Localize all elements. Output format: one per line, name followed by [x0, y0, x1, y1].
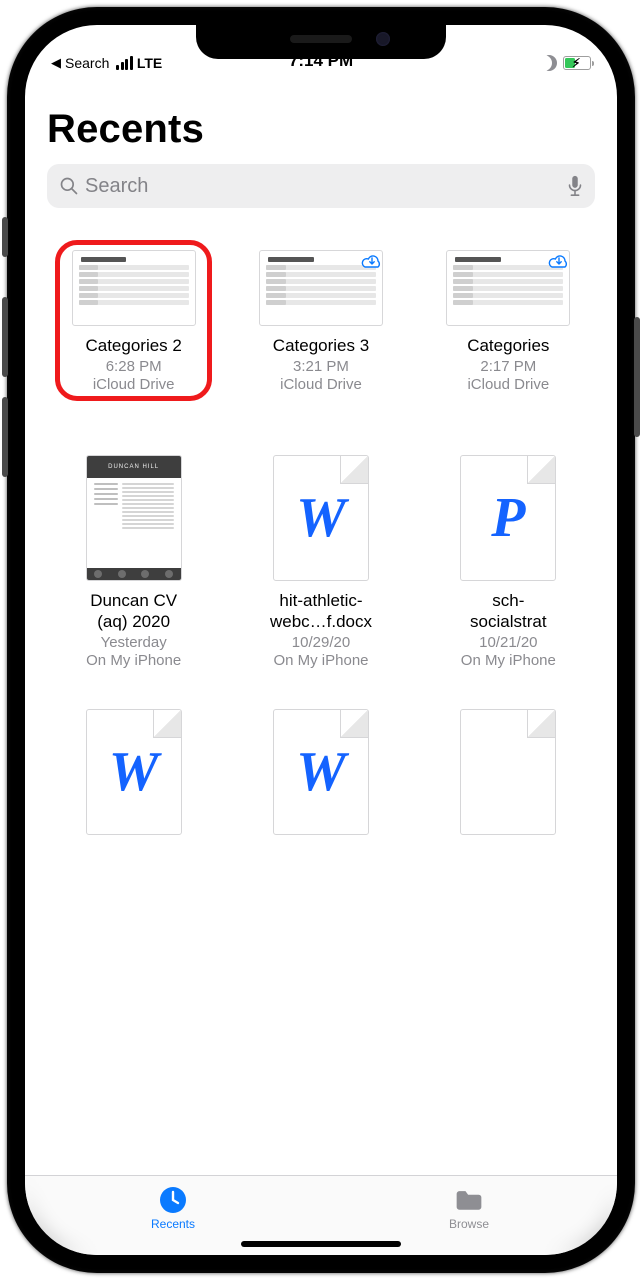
pages-document-thumbnail: P: [460, 455, 556, 581]
file-time: 6:28 PM: [106, 358, 162, 375]
spreadsheet-thumbnail: [72, 250, 196, 326]
tab-browse[interactable]: Browse: [321, 1176, 617, 1239]
file-time: 10/21/20: [479, 634, 537, 651]
file-name: Categories: [467, 336, 549, 356]
back-to-search[interactable]: ◀ Search LTE: [51, 55, 162, 71]
spreadsheet-thumbnail: [259, 250, 383, 326]
word-icon: W: [274, 710, 368, 834]
mute-switch: [2, 217, 8, 257]
file-item[interactable]: [422, 709, 595, 835]
back-label: Search: [65, 55, 109, 71]
signal-icon: [116, 56, 133, 70]
file-location: iCloud Drive: [280, 376, 362, 393]
volume-up-button: [2, 297, 8, 377]
power-button: [634, 317, 640, 437]
file-location: On My iPhone: [461, 652, 556, 669]
content-area: Recents Search: [25, 73, 617, 1175]
search-icon: [59, 176, 79, 196]
folder-icon: [454, 1185, 484, 1215]
volume-down-button: [2, 397, 8, 477]
file-item-categories-2[interactable]: Categories 2 6:28 PM iCloud Drive: [47, 250, 220, 393]
notch: [196, 25, 446, 59]
file-time: 10/29/20: [292, 634, 350, 651]
search-placeholder: Search: [85, 175, 561, 198]
file-item-hit-athletic[interactable]: W hit-athletic- webc…f.docx 10/29/20 On …: [234, 455, 407, 669]
file-location: On My iPhone: [86, 652, 181, 669]
battery-icon: ⚡︎: [563, 56, 591, 70]
word-document-thumbnail: W: [273, 455, 369, 581]
clock-icon: [158, 1185, 188, 1215]
do-not-disturb-icon: [541, 55, 557, 71]
cloud-download-icon: [546, 250, 570, 268]
page-title: Recents: [47, 107, 595, 152]
carrier-label: LTE: [137, 55, 162, 71]
file-name: Duncan CV (aq) 2020: [90, 591, 177, 632]
file-time: 2:17 PM: [480, 358, 536, 375]
file-name: Categories 3: [273, 336, 369, 356]
tab-label: Browse: [449, 1217, 489, 1231]
word-icon: W: [274, 456, 368, 580]
file-location: iCloud Drive: [467, 376, 549, 393]
file-item-sch-socialstrat[interactable]: P sch- socialstrat 10/21/20 On My iPhone: [422, 455, 595, 669]
document-thumbnail: [460, 709, 556, 835]
file-name: sch- socialstrat: [470, 591, 547, 632]
file-location: iCloud Drive: [93, 376, 175, 393]
file-item[interactable]: W: [47, 709, 220, 835]
file-item-categories[interactable]: Categories 2:17 PM iCloud Drive: [422, 250, 595, 393]
file-time: 3:21 PM: [293, 358, 349, 375]
word-document-thumbnail: W: [273, 709, 369, 835]
word-document-thumbnail: W: [86, 709, 182, 835]
search-input[interactable]: Search: [47, 164, 595, 208]
file-item-duncan-cv[interactable]: DUNCAN HILL Duncan CV (aq) 2020 Yesterda…: [47, 455, 220, 669]
phone-frame: ◀ Search LTE 7:14 PM ⚡︎ Recents: [7, 7, 635, 1273]
pages-icon: P: [461, 456, 555, 580]
home-indicator[interactable]: [241, 1241, 401, 1247]
word-icon: W: [87, 710, 181, 834]
mic-icon[interactable]: [567, 175, 583, 197]
file-item[interactable]: W: [234, 709, 407, 835]
file-time: Yesterday: [101, 634, 167, 651]
file-location: On My iPhone: [273, 652, 368, 669]
file-item-categories-3[interactable]: Categories 3 3:21 PM iCloud Drive: [234, 250, 407, 393]
tab-label: Recents: [151, 1217, 195, 1231]
cloud-download-icon: [359, 250, 383, 268]
file-name: hit-athletic- webc…f.docx: [270, 591, 372, 632]
document-thumbnail: DUNCAN HILL: [86, 455, 182, 581]
back-chevron-icon: ◀: [51, 55, 61, 71]
file-name: Categories 2: [85, 336, 181, 356]
screen: ◀ Search LTE 7:14 PM ⚡︎ Recents: [25, 25, 617, 1255]
spreadsheet-thumbnail: [446, 250, 570, 326]
tab-recents[interactable]: Recents: [25, 1176, 321, 1239]
